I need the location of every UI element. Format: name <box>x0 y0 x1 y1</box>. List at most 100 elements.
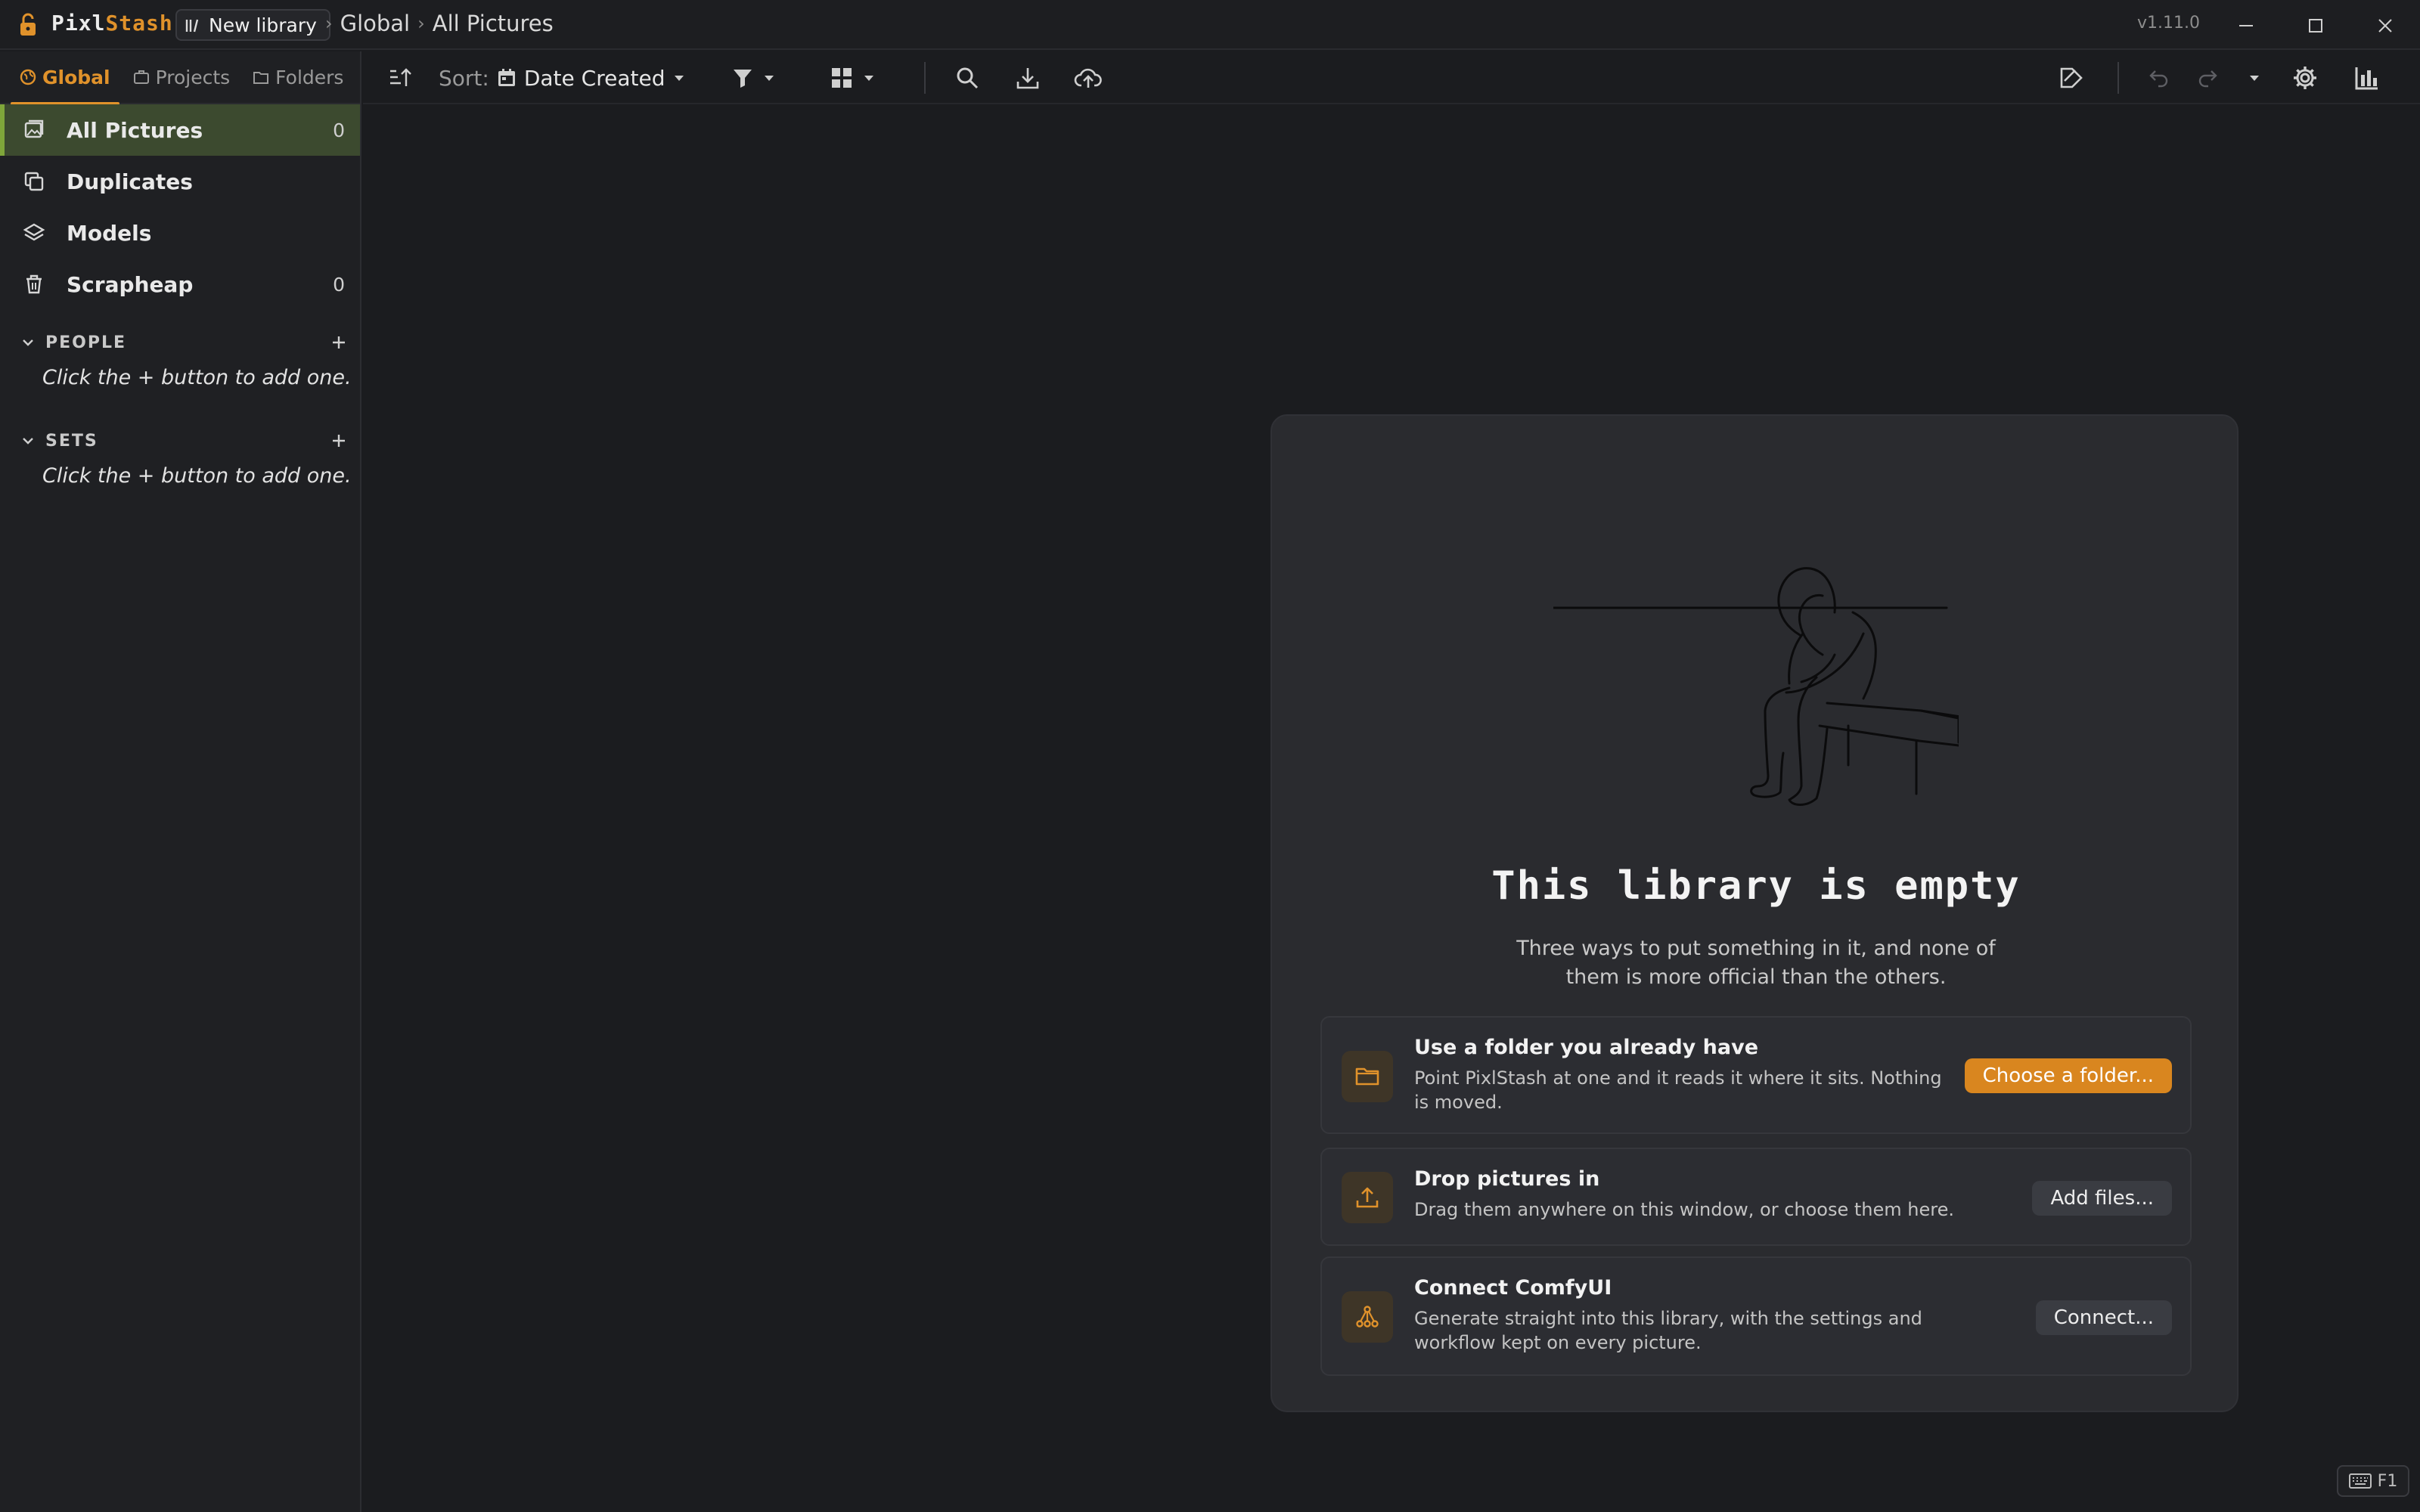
sort-direction-button[interactable] <box>387 62 413 94</box>
version-label: v1.11.0 <box>2137 14 2200 33</box>
maximize-button[interactable] <box>2301 11 2331 41</box>
empty-state-subtitle: Three ways to put something in it, and n… <box>1516 937 1996 989</box>
sidebar-item-all-pictures[interactable]: All Pictures 0 <box>0 104 360 156</box>
option-title: Connect ComfyUI <box>1414 1276 1612 1300</box>
grid-icon <box>832 68 852 88</box>
tab-projects-label: Projects <box>155 66 231 88</box>
people-empty-text: Click the + button to add one. <box>42 366 352 389</box>
breadcrumb-global[interactable]: Global <box>340 11 411 36</box>
breadcrumb-all-pictures[interactable]: All Pictures <box>433 11 554 36</box>
comfy-nodes-icon <box>1342 1291 1393 1343</box>
caret-down-icon <box>864 76 873 81</box>
sidebar-item-duplicates[interactable]: Duplicates <box>0 156 360 207</box>
add-person-plus-icon[interactable] <box>330 333 348 352</box>
add-set-plus-icon[interactable] <box>330 432 348 450</box>
option-description: Drag them anywhere on this window, or ch… <box>1414 1199 1954 1220</box>
filter-icon <box>734 70 752 88</box>
add-files-button[interactable]: Add files... <box>2032 1181 2172 1216</box>
library-switcher-button[interactable]: New library <box>175 9 330 41</box>
option-description: Generate straight into this library, wit… <box>1414 1308 1922 1353</box>
sidebar-item-label: Models <box>67 220 152 246</box>
sort-value: Date Created <box>523 65 666 91</box>
option-connect-comfyui: Connect ComfyUI Generate straight into t… <box>1320 1256 2192 1376</box>
search-button[interactable] <box>954 62 980 94</box>
sort-dropdown[interactable]: Sort: Date Created <box>439 62 687 94</box>
sidebar-item-models[interactable]: Models <box>0 207 360 259</box>
chevron-down-icon <box>23 339 33 346</box>
cloud-upload-button[interactable] <box>1074 62 1103 94</box>
tab-folders-label: Folders <box>275 66 344 88</box>
upload-icon <box>1342 1172 1393 1223</box>
app-name-prefix: Pixl <box>51 11 106 36</box>
redo-icon <box>2198 70 2217 88</box>
library-name: New library <box>209 14 317 36</box>
calendar-icon <box>498 69 515 86</box>
sidebar-item-label: Duplicates <box>67 169 193 194</box>
folder-icon <box>253 72 269 84</box>
option-description: Point PixlStash at one and it reads it w… <box>1414 1067 1942 1113</box>
breadcrumb-separator: › <box>325 13 333 34</box>
minimize-icon <box>2239 25 2253 26</box>
caret-down-icon <box>765 76 774 81</box>
option-title: Use a folder you already have <box>1414 1036 1759 1059</box>
sidebar-item-label: All Pictures <box>67 117 203 143</box>
section-people[interactable]: PEOPLE <box>0 321 360 364</box>
tag-edit-button[interactable] <box>2059 62 2086 94</box>
sets-empty-text: Click the + button to add one. <box>42 464 352 488</box>
download-icon <box>1016 68 1039 89</box>
redo-button[interactable] <box>2196 62 2219 94</box>
chevron-down-icon <box>23 438 33 445</box>
tab-global-label: Global <box>42 66 110 88</box>
option-drop-pictures: Drop pictures in Drag them anywhere on t… <box>1320 1148 2192 1246</box>
sidebar-item-scrapheap[interactable]: Scrapheap 0 <box>0 259 360 310</box>
sidebar-item-count: 0 <box>333 119 345 141</box>
tab-global[interactable]: Global <box>11 51 119 105</box>
keyboard-shortcuts-button[interactable]: F1 <box>2337 1465 2409 1497</box>
app-logo-icon <box>15 12 41 38</box>
option-title: Drop pictures in <box>1414 1167 1600 1191</box>
connect-comfyui-button[interactable]: Connect... <box>2035 1300 2172 1335</box>
download-button[interactable] <box>1015 62 1041 94</box>
gear-icon <box>2294 67 2316 89</box>
toolbar: Sort: Date Created <box>363 51 2420 104</box>
stats-button[interactable] <box>2353 62 2381 94</box>
sitting-person-illustration <box>1553 507 1959 809</box>
trash-icon <box>26 274 42 294</box>
close-window-button[interactable] <box>2370 11 2400 41</box>
library-icon <box>185 17 201 33</box>
caret-down-icon <box>2250 76 2259 81</box>
history-dropdown-button[interactable] <box>2246 62 2263 94</box>
caret-down-icon <box>675 76 684 81</box>
tab-projects[interactable]: Projects <box>127 51 237 104</box>
toolbar-divider <box>2118 62 2119 94</box>
breadcrumb: › Global › All Pictures <box>325 11 554 36</box>
option-use-folder: Use a folder you already have Point Pixl… <box>1320 1016 2192 1134</box>
sidebar-item-label: Scrapheap <box>67 271 194 297</box>
title-bar: PixlStash New library › Global › All Pic… <box>0 0 2420 50</box>
empty-library-card: This library is empty Three ways to put … <box>1270 414 2238 1412</box>
minimize-button[interactable] <box>2231 11 2261 41</box>
undo-button[interactable] <box>2148 62 2170 94</box>
sort-label: Sort: <box>439 65 489 91</box>
section-people-title: PEOPLE <box>45 333 127 352</box>
shortcut-key-label: F1 <box>2377 1471 2398 1491</box>
maximize-icon <box>2309 19 2322 33</box>
keyboard-icon <box>2348 1473 2372 1489</box>
undo-icon <box>2149 70 2168 88</box>
choose-folder-button[interactable]: Choose a folder... <box>1964 1058 2172 1093</box>
sidebar-item-count: 0 <box>333 273 345 296</box>
globe-icon <box>20 69 36 85</box>
section-sets-title: SETS <box>45 431 98 451</box>
folder-icon <box>1342 1051 1393 1102</box>
sidebar: Global Projects Folders All Pictures 0 D… <box>0 51 361 1512</box>
view-mode-button[interactable] <box>829 62 877 94</box>
duplicates-icon <box>24 172 44 191</box>
settings-button[interactable] <box>2291 62 2319 94</box>
toolbar-divider <box>924 62 926 94</box>
tab-folders[interactable]: Folders <box>247 51 349 104</box>
sidebar-tabs: Global Projects Folders <box>0 51 360 105</box>
app-name: PixlStash <box>51 11 173 36</box>
layers-icon <box>23 223 45 241</box>
section-sets[interactable]: SETS <box>0 419 360 463</box>
filter-button[interactable] <box>731 62 777 94</box>
